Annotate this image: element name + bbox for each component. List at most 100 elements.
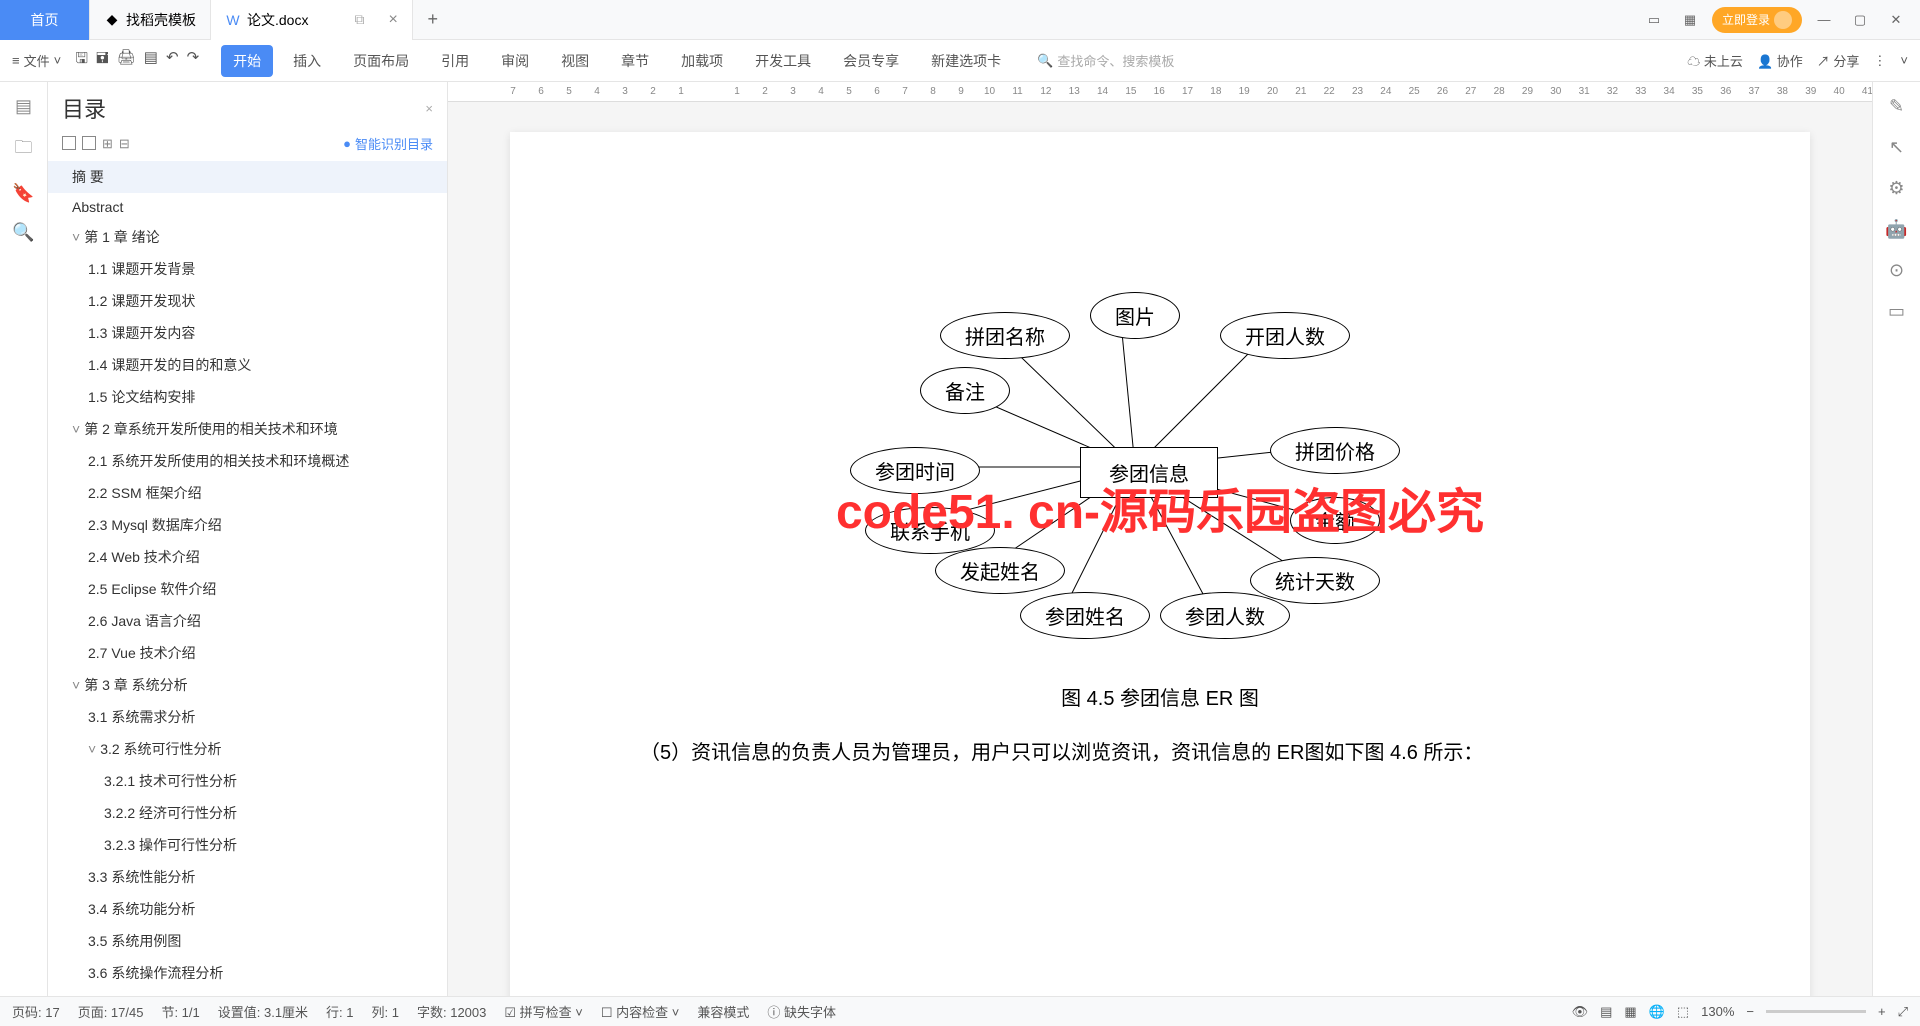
minimize-button[interactable]: — <box>1810 6 1838 34</box>
search-icon[interactable]: 🔍 <box>12 222 34 243</box>
view-mode-icon[interactable]: ▤ <box>1600 1004 1612 1020</box>
layout-view-icon[interactable]: ▦ <box>1624 1004 1636 1020</box>
tab-home[interactable]: 首页 <box>0 0 90 40</box>
toc-item[interactable]: 3.6 系统操作流程分析 <box>48 957 447 989</box>
outline-icon[interactable]: ▤ <box>15 96 32 117</box>
ribbon-tab[interactable]: 插入 <box>281 45 333 77</box>
chevron-down-icon[interactable]: ˅ <box>1900 53 1908 68</box>
toc-item[interactable]: 1.4 课题开发的目的和意义 <box>48 349 447 381</box>
close-sidebar-icon[interactable]: × <box>425 101 433 116</box>
toc-item[interactable]: 2.5 Eclipse 软件介绍 <box>48 573 447 605</box>
ribbon-tab[interactable]: 开始 <box>221 45 273 77</box>
tab-template[interactable]: ◆找稻壳模板 <box>90 0 211 40</box>
page-count[interactable]: 页面: 17/45 <box>78 1002 144 1021</box>
content-check[interactable]: ☐ 内容检查 ˅ <box>601 1002 680 1021</box>
word-count[interactable]: 字数: 12003 <box>417 1002 486 1021</box>
fullscreen-icon[interactable]: ⬚ <box>1677 1004 1689 1020</box>
share-button[interactable]: ↗ 分享 <box>1817 51 1860 70</box>
popup-icon[interactable]: ⧉ <box>354 11 364 28</box>
pen-icon[interactable]: ✎ <box>1889 96 1904 117</box>
figure-caption: 图 4.5 参团信息 ER 图 <box>600 682 1720 711</box>
spellcheck[interactable]: ☑ 拼写检查 ˅ <box>504 1002 583 1021</box>
ribbon-tab[interactable]: 页面布局 <box>341 45 421 77</box>
zoom-in-icon[interactable]: + <box>1878 1004 1886 1019</box>
assistant-icon[interactable]: 🤖 <box>1885 219 1907 240</box>
toc-item[interactable]: 2.1 系统开发所使用的相关技术和环境概述 <box>48 445 447 477</box>
ribbon-tab[interactable]: 引用 <box>429 45 481 77</box>
folder-icon[interactable]: 🗀 <box>15 135 33 165</box>
toc-item[interactable]: 3.2.1 技术可行性分析 <box>48 765 447 797</box>
view-icon[interactable]: 👁 <box>1572 1004 1589 1020</box>
tab-document[interactable]: W论文.docx⧉× <box>211 0 413 40</box>
compat-mode[interactable]: 兼容模式 <box>697 1002 749 1021</box>
location-icon[interactable]: ⊙ <box>1889 260 1904 281</box>
collab-button[interactable]: 👤 协作 <box>1757 51 1803 70</box>
ribbon-tab[interactable]: 加载项 <box>669 45 735 77</box>
minus-icon[interactable]: ⊟ <box>119 136 130 152</box>
toc-item[interactable]: 3.2.3 操作可行性分析 <box>48 829 447 861</box>
toc-item[interactable]: 3.3 系统性能分析 <box>48 861 447 893</box>
toc-item[interactable]: 1.3 课题开发内容 <box>48 317 447 349</box>
ribbon-tab[interactable]: 会员专享 <box>831 45 911 77</box>
smart-toc-button[interactable]: ● 智能识别目录 <box>343 134 433 153</box>
section[interactable]: 节: 1/1 <box>161 1002 199 1021</box>
missing-font[interactable]: ⓘ 缺失字体 <box>767 1002 836 1021</box>
layout-icon[interactable]: ▭ <box>1640 6 1668 34</box>
expand-icon[interactable]: ⤢ <box>1898 1004 1908 1020</box>
read-icon[interactable]: ▭ <box>1888 301 1905 322</box>
avatar <box>1774 11 1792 29</box>
toc-item[interactable]: 2.2 SSM 框架介绍 <box>48 477 447 509</box>
toc-item[interactable]: 2.7 Vue 技术介绍 <box>48 637 447 669</box>
redo-icon[interactable]: ↷ <box>187 48 200 73</box>
toc-item[interactable]: 1.1 课题开发背景 <box>48 253 447 285</box>
saveas-icon[interactable]: 🖬 <box>96 48 109 73</box>
close-button[interactable]: ✕ <box>1882 6 1910 34</box>
cursor-icon[interactable]: ↖ <box>1889 137 1904 158</box>
zoom-value[interactable]: 130% <box>1701 1004 1734 1019</box>
file-menu[interactable]: ≡ 文件 ˅ <box>12 51 61 70</box>
toc-item[interactable]: Abstract <box>48 193 447 221</box>
toc-item[interactable]: 3.2.2 经济可行性分析 <box>48 797 447 829</box>
zoom-out-icon[interactable]: − <box>1746 1004 1754 1019</box>
settings-icon[interactable]: ⚙ <box>1888 178 1904 199</box>
toc-item[interactable]: 3.5 系统用例图 <box>48 925 447 957</box>
toc-item[interactable]: 2.3 Mysql 数据库介绍 <box>48 509 447 541</box>
toc-item[interactable]: ˅第 4 章 系统设计 <box>48 989 447 996</box>
new-tab-button[interactable]: + <box>413 9 453 30</box>
print-icon[interactable]: 🖨 <box>117 48 136 73</box>
web-view-icon[interactable]: 🌐 <box>1649 1004 1665 1020</box>
close-icon[interactable]: × <box>388 11 397 29</box>
zoom-slider[interactable] <box>1766 1010 1866 1013</box>
ribbon-tab[interactable]: 新建选项卡 <box>919 45 1013 77</box>
grid-icon[interactable]: ▦ <box>1676 6 1704 34</box>
expand-icon[interactable] <box>62 136 76 150</box>
ribbon-tab[interactable]: 审阅 <box>489 45 541 77</box>
collapse-icon[interactable] <box>82 136 96 150</box>
toc-item[interactable]: ˅第 2 章系统开发所使用的相关技术和环境 <box>48 413 447 445</box>
ribbon-tab[interactable]: 章节 <box>609 45 661 77</box>
toc-item[interactable]: 2.6 Java 语言介绍 <box>48 605 447 637</box>
cloud-status[interactable]: ☁ 未上云 <box>1687 51 1743 70</box>
toc-item[interactable]: 摘 要 <box>48 161 447 193</box>
save-icon[interactable]: 🖫 <box>75 48 88 73</box>
login-button[interactable]: 立即登录 <box>1712 7 1802 33</box>
bookmark-icon[interactable]: 🔖 <box>12 183 34 204</box>
search-input[interactable]: 🔍 查找命令、搜索模板 <box>1037 51 1174 70</box>
ribbon-tab[interactable]: 视图 <box>549 45 601 77</box>
more-icon[interactable]: ⋮ <box>1873 53 1886 69</box>
toc-item[interactable]: 3.1 系统需求分析 <box>48 701 447 733</box>
page-number[interactable]: 页码: 17 <box>12 1002 60 1021</box>
toc-item[interactable]: 3.4 系统功能分析 <box>48 893 447 925</box>
toc-item[interactable]: ˅第 1 章 绪论 <box>48 221 447 253</box>
toc-item[interactable]: ˅第 3 章 系统分析 <box>48 669 447 701</box>
plus-icon[interactable]: ⊞ <box>102 136 113 152</box>
toc-item[interactable]: 1.2 课题开发现状 <box>48 285 447 317</box>
undo-icon[interactable]: ↶ <box>166 48 179 73</box>
preview-icon[interactable]: ▤ <box>144 48 158 73</box>
maximize-button[interactable]: ▢ <box>1846 6 1874 34</box>
ribbon-tab[interactable]: 开发工具 <box>743 45 823 77</box>
toc-item[interactable]: 2.4 Web 技术介绍 <box>48 541 447 573</box>
er-attr: 拼团名称 <box>940 312 1070 359</box>
toc-item[interactable]: ˅3.2 系统可行性分析 <box>48 733 447 765</box>
toc-item[interactable]: 1.5 论文结构安排 <box>48 381 447 413</box>
